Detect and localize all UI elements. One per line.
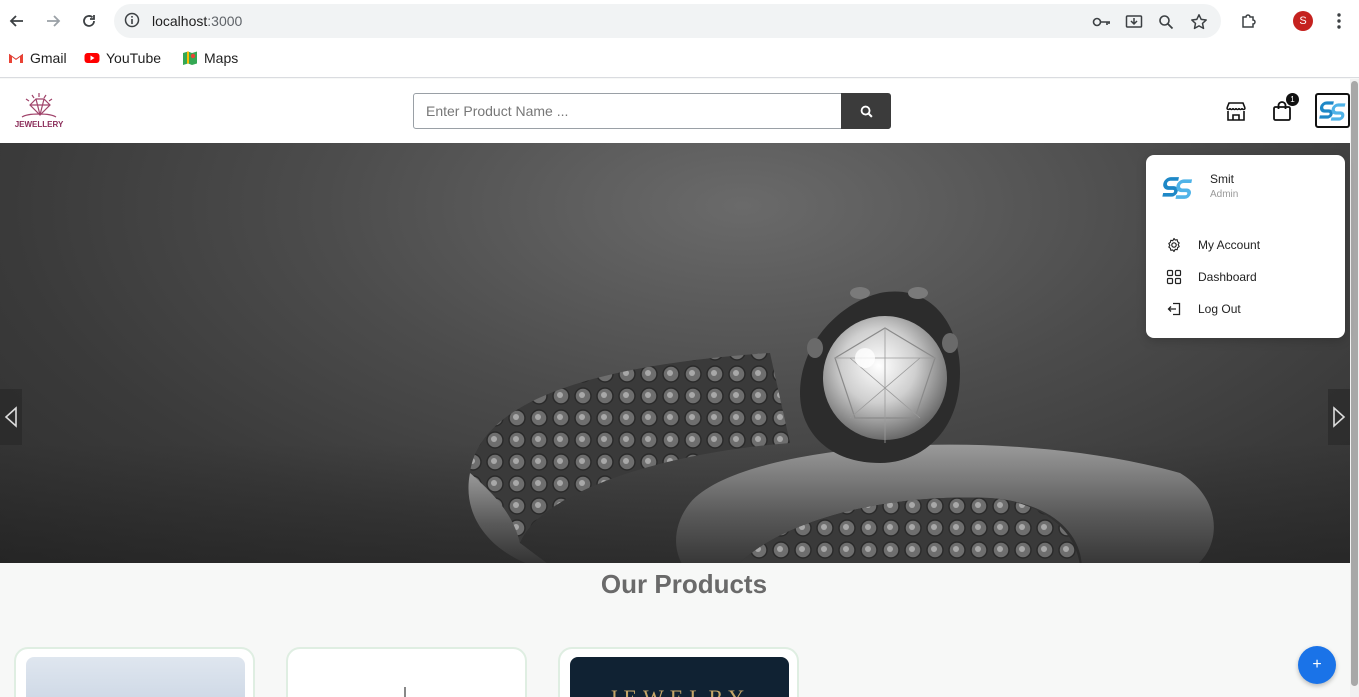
grid-icon xyxy=(1166,269,1182,285)
reload-button[interactable] xyxy=(78,10,100,32)
user-menu-avatar xyxy=(1161,171,1195,205)
gear-icon xyxy=(1168,237,1180,253)
product-card[interactable] xyxy=(286,647,527,697)
carousel-prev-button[interactable] xyxy=(0,389,22,445)
cart-count: 1 xyxy=(1290,95,1295,104)
menu-item-label: Dashboard xyxy=(1198,270,1257,284)
puzzle-icon xyxy=(1242,14,1256,28)
browser-toolbar: localhost:3000 S xyxy=(0,0,1359,42)
key-icon[interactable] xyxy=(1092,12,1112,32)
profile-avatar[interactable]: S xyxy=(1293,11,1313,31)
browser-menu-button[interactable] xyxy=(1330,10,1348,32)
svg-text:JEWELLERY: JEWELLERY xyxy=(15,120,64,129)
extensions-button[interactable] xyxy=(1238,10,1260,32)
user-name: Smit xyxy=(1210,172,1234,186)
product-image xyxy=(298,657,517,697)
store-button[interactable] xyxy=(1224,99,1248,123)
logout-icon xyxy=(1167,302,1181,316)
product-card[interactable] xyxy=(14,647,255,697)
bookmark-label: Gmail xyxy=(30,50,67,66)
store-icon xyxy=(1226,102,1246,121)
carousel-next-button[interactable] xyxy=(1328,389,1350,445)
back-button[interactable] xyxy=(6,10,28,32)
scrollbar-thumb[interactable] xyxy=(1351,81,1358,686)
site-info-icon[interactable] xyxy=(124,12,140,33)
url-host: localhost xyxy=(152,13,208,29)
arrow-left-icon xyxy=(9,15,23,27)
reload-icon xyxy=(83,15,95,27)
user-menu-dropdown: Smit Admin My Account Dashboard Log Out xyxy=(1146,155,1345,338)
product-image: JEWELRY xyxy=(570,657,789,697)
forward-button[interactable] xyxy=(42,10,64,32)
gmail-icon xyxy=(8,53,24,63)
add-floating-button[interactable]: + xyxy=(1298,646,1336,684)
menu-item-dashboard[interactable]: Dashboard xyxy=(1166,265,1336,289)
jewellery-logo[interactable]: JEWELLERY xyxy=(12,91,66,131)
bookmark-youtube[interactable]: YouTube xyxy=(84,50,161,66)
cart-count-badge: 1 xyxy=(1286,93,1299,106)
product-search-input[interactable] xyxy=(413,93,842,129)
product-image-text: JEWELRY xyxy=(570,685,789,697)
bookmarks-bar: Gmail YouTube Maps xyxy=(0,42,1359,78)
menu-item-my-account[interactable]: My Account xyxy=(1166,233,1336,257)
ss-logo-icon xyxy=(1318,100,1345,121)
page-viewport: JEWELLERY 1 xyxy=(0,79,1359,697)
triangle-left-icon xyxy=(4,406,17,428)
youtube-icon xyxy=(84,53,100,63)
product-card[interactable]: JEWELRY xyxy=(558,647,799,697)
zoom-icon[interactable] xyxy=(1156,12,1176,32)
kebab-menu-icon xyxy=(1337,13,1341,29)
site-header: JEWELLERY 1 xyxy=(0,79,1350,143)
user-role: Admin xyxy=(1210,189,1239,200)
user-avatar-button[interactable] xyxy=(1315,93,1350,128)
menu-item-label: Log Out xyxy=(1198,302,1241,316)
menu-item-label: My Account xyxy=(1198,238,1261,252)
install-app-icon[interactable] xyxy=(1124,12,1144,32)
url-text[interactable]: localhost:3000 xyxy=(152,13,242,29)
menu-item-log-out[interactable]: Log Out xyxy=(1166,297,1336,321)
url-port: :3000 xyxy=(207,13,243,29)
product-image xyxy=(26,657,245,697)
bookmark-maps[interactable]: Maps xyxy=(182,50,238,66)
fab-label: + xyxy=(1312,656,1322,673)
search-button[interactable] xyxy=(841,93,891,129)
search-icon xyxy=(860,105,873,118)
section-title: Our Products xyxy=(600,569,768,599)
triangle-right-icon xyxy=(1333,406,1346,428)
bookmark-label: YouTube xyxy=(106,50,162,66)
maps-icon xyxy=(183,51,197,65)
bookmark-gmail[interactable]: Gmail xyxy=(8,50,67,66)
bookmark-star-icon[interactable] xyxy=(1189,12,1209,32)
page-scrollbar[interactable] xyxy=(1350,79,1359,697)
bookmark-label: Maps xyxy=(204,50,239,66)
arrow-right-icon xyxy=(47,15,61,27)
address-bar[interactable]: localhost:3000 xyxy=(114,4,1221,38)
profile-initial: S xyxy=(1299,15,1307,27)
